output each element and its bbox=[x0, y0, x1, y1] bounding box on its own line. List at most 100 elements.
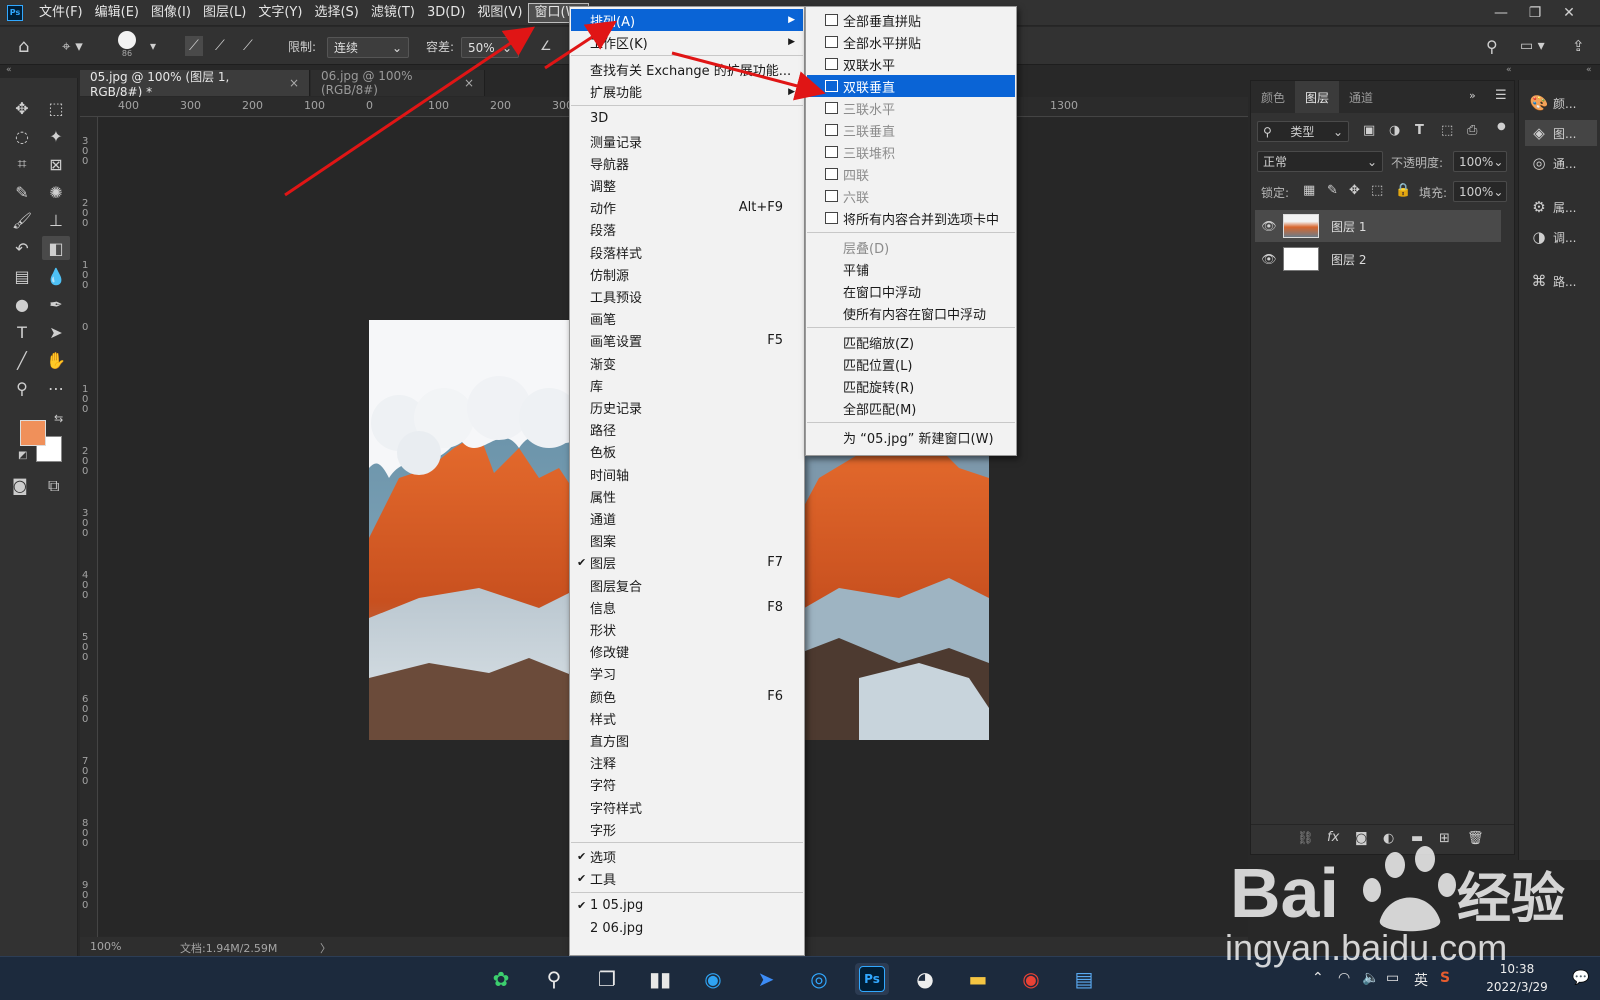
arrange-menu-item[interactable]: 使所有内容在窗口中浮动 bbox=[807, 302, 1015, 324]
angle-icon[interactable]: ∠ bbox=[540, 36, 552, 56]
window-menu-item[interactable]: 动作 Alt+F9 bbox=[571, 197, 803, 219]
window-menu-item[interactable]: 色板 bbox=[571, 441, 803, 463]
window-menu-item[interactable]: 工作区(K) ▶ bbox=[571, 31, 803, 53]
blur-icon[interactable]: 💧 bbox=[42, 264, 70, 288]
filter-shape-icon[interactable]: ⬚ bbox=[1441, 123, 1453, 138]
arrange-menu-item[interactable]: 匹配缩放(Z) bbox=[807, 331, 1015, 353]
menu-2[interactable]: 图像(I) bbox=[145, 3, 197, 23]
window-menu-item[interactable]: 学习 bbox=[571, 663, 803, 685]
layer-row-2[interactable]: 👁 图层 2 bbox=[1255, 243, 1501, 275]
window-menu-item[interactable]: 字符 bbox=[571, 774, 803, 796]
layer-name[interactable]: 图层 1 bbox=[1331, 218, 1366, 235]
window-menu-item[interactable]: 注释 bbox=[571, 752, 803, 774]
restore-button[interactable]: ❐ bbox=[1518, 5, 1552, 21]
arrange-menu-item[interactable]: 四联 bbox=[807, 163, 1015, 185]
workspace-icon[interactable]: ▭ ▾ bbox=[1520, 36, 1545, 56]
crop-icon[interactable]: ⌗ bbox=[8, 152, 36, 176]
window-menu-item[interactable]: 段落 bbox=[571, 219, 803, 241]
window-menu-item[interactable]: 画笔 bbox=[571, 308, 803, 330]
qq-icon[interactable]: ◕ bbox=[908, 963, 942, 995]
eraser-icon[interactable]: ◧ bbox=[42, 236, 70, 260]
window-menu-item[interactable]: 时间轴 bbox=[571, 463, 803, 485]
window-menu-item[interactable]: 历史记录 bbox=[571, 396, 803, 418]
swap-colors-icon[interactable]: ⇆ bbox=[54, 412, 63, 425]
window-menu-item[interactable]: 字符样式 bbox=[571, 796, 803, 818]
feishu-icon[interactable]: ➤ bbox=[749, 963, 783, 995]
tool-preset-icon[interactable]: ⌖ ▾ bbox=[62, 36, 83, 56]
lock-position-icon[interactable]: ✥ bbox=[1349, 183, 1360, 198]
window-menu-item[interactable]: 排列(A) ▶ bbox=[571, 9, 803, 31]
window-menu-item[interactable]: 颜色 F6 bbox=[571, 685, 803, 707]
filter-pixel-icon[interactable]: ▣ bbox=[1363, 123, 1375, 138]
window-menu-item[interactable]: 字形 bbox=[571, 818, 803, 840]
file-explorer-icon[interactable]: ▬ bbox=[961, 963, 995, 995]
minimize-button[interactable]: — bbox=[1484, 5, 1518, 21]
new-layer-icon[interactable]: ⊞ bbox=[1439, 831, 1450, 846]
lock-artboard-icon[interactable]: ⬚ bbox=[1371, 183, 1383, 198]
window-menu-item[interactable]: 样式 bbox=[571, 707, 803, 729]
window-menu-item[interactable]: 直方图 bbox=[571, 729, 803, 751]
home-icon[interactable]: ⌂ bbox=[18, 36, 29, 57]
browser-icon[interactable]: ◎ bbox=[802, 963, 836, 995]
close-icon[interactable]: × bbox=[464, 76, 474, 90]
close-icon[interactable]: × bbox=[289, 76, 299, 90]
notepad-icon[interactable]: ▤ bbox=[1067, 963, 1101, 995]
layer-row-1[interactable]: 👁 图层 1 bbox=[1255, 210, 1501, 242]
search-icon[interactable]: ⚲ bbox=[537, 963, 571, 995]
arrange-menu-item[interactable]: 全部水平拼贴 bbox=[807, 31, 1015, 53]
menu-1[interactable]: 编辑(E) bbox=[89, 3, 145, 23]
window-menu-item[interactable]: ✔ 图层 F7 bbox=[571, 552, 803, 574]
window-menu-item[interactable]: ✔ 工具 bbox=[571, 868, 803, 890]
magic-wand-icon[interactable]: ✦ bbox=[42, 124, 70, 148]
marquee-icon[interactable]: ⬚ bbox=[42, 96, 70, 120]
eyedropper-icon[interactable]: ✎ bbox=[8, 180, 36, 204]
mask-icon[interactable]: ◙ bbox=[1355, 831, 1368, 846]
battery-icon[interactable]: ▭ bbox=[1386, 970, 1399, 986]
default-colors-icon[interactable]: ◩ bbox=[18, 450, 27, 461]
panel-menu-icon[interactable]: ☰ bbox=[1495, 88, 1507, 103]
window-menu-item[interactable]: 3D bbox=[571, 108, 803, 130]
lasso-icon[interactable]: ◌ bbox=[8, 124, 36, 148]
adjustment-icon[interactable]: ◐ bbox=[1383, 831, 1394, 846]
folder-icon[interactable]: ▬ bbox=[1411, 831, 1423, 846]
snap-icon[interactable]: ▮▮ bbox=[643, 963, 677, 995]
window-menu-item[interactable]: 修改键 bbox=[571, 641, 803, 663]
replace-brush-icon[interactable]: ⟋ bbox=[185, 36, 203, 56]
menu-7[interactable]: 3D(D) bbox=[421, 3, 471, 23]
status-menu-arrow[interactable]: 〉 bbox=[320, 940, 331, 956]
window-menu-item[interactable]: 导航器 bbox=[571, 152, 803, 174]
input-language[interactable]: 英 bbox=[1414, 970, 1428, 990]
window-menu-item[interactable]: 信息 F8 bbox=[571, 596, 803, 618]
window-menu-item[interactable]: 测量记录 bbox=[571, 130, 803, 152]
stamp-icon[interactable]: ⊥ bbox=[42, 208, 70, 232]
filter-type-icon[interactable]: T bbox=[1415, 123, 1424, 138]
pen-icon[interactable]: ✒ bbox=[42, 292, 70, 316]
hand-icon[interactable]: ✋ bbox=[42, 348, 70, 372]
window-menu-item[interactable]: 工具预设 bbox=[571, 285, 803, 307]
close-window-button[interactable]: ✕ bbox=[1552, 5, 1586, 21]
quick-mask-icon[interactable]: ◙ bbox=[12, 476, 28, 495]
arrange-menu-item[interactable]: 平铺 bbox=[807, 258, 1015, 280]
panel-expand-icon[interactable]: » bbox=[1469, 89, 1476, 102]
gradient-icon[interactable]: ▤ bbox=[8, 264, 36, 288]
layer-name[interactable]: 图层 2 bbox=[1331, 251, 1366, 268]
filter-toggle-icon[interactable]: ● bbox=[1497, 121, 1506, 132]
notification-icon[interactable]: 💬 bbox=[1572, 970, 1589, 986]
lock-all-icon[interactable]: 🔒 bbox=[1395, 183, 1411, 198]
arrange-menu-item[interactable]: 层叠(D) bbox=[807, 236, 1015, 258]
lock-image-icon[interactable]: ✎ bbox=[1327, 183, 1338, 198]
zoom-level[interactable]: 100% bbox=[90, 940, 121, 953]
frame-icon[interactable]: ⊠ bbox=[42, 152, 70, 176]
visibility-eye-icon[interactable]: 👁 bbox=[1255, 252, 1283, 266]
menu-4[interactable]: 文字(Y) bbox=[252, 3, 308, 23]
zoom-icon[interactable]: ⚲ bbox=[8, 376, 36, 400]
spot-heal-icon[interactable]: ✺ bbox=[42, 180, 70, 204]
brush-icon[interactable]: 🖌 bbox=[8, 208, 36, 232]
chevron-down-icon[interactable]: ▾ bbox=[150, 36, 156, 56]
menu-5[interactable]: 选择(S) bbox=[308, 3, 364, 23]
filter-smart-object-icon[interactable]: ⎙ bbox=[1467, 123, 1477, 138]
layer-filter-select[interactable]: ⚲ 类型 ⌄ bbox=[1257, 121, 1349, 142]
window-menu-item[interactable]: 2 06.jpg bbox=[571, 917, 803, 939]
tolerance-input[interactable]: 50% ⌄ bbox=[461, 37, 519, 58]
window-menu-item[interactable]: ✔ 选项 bbox=[571, 845, 803, 867]
